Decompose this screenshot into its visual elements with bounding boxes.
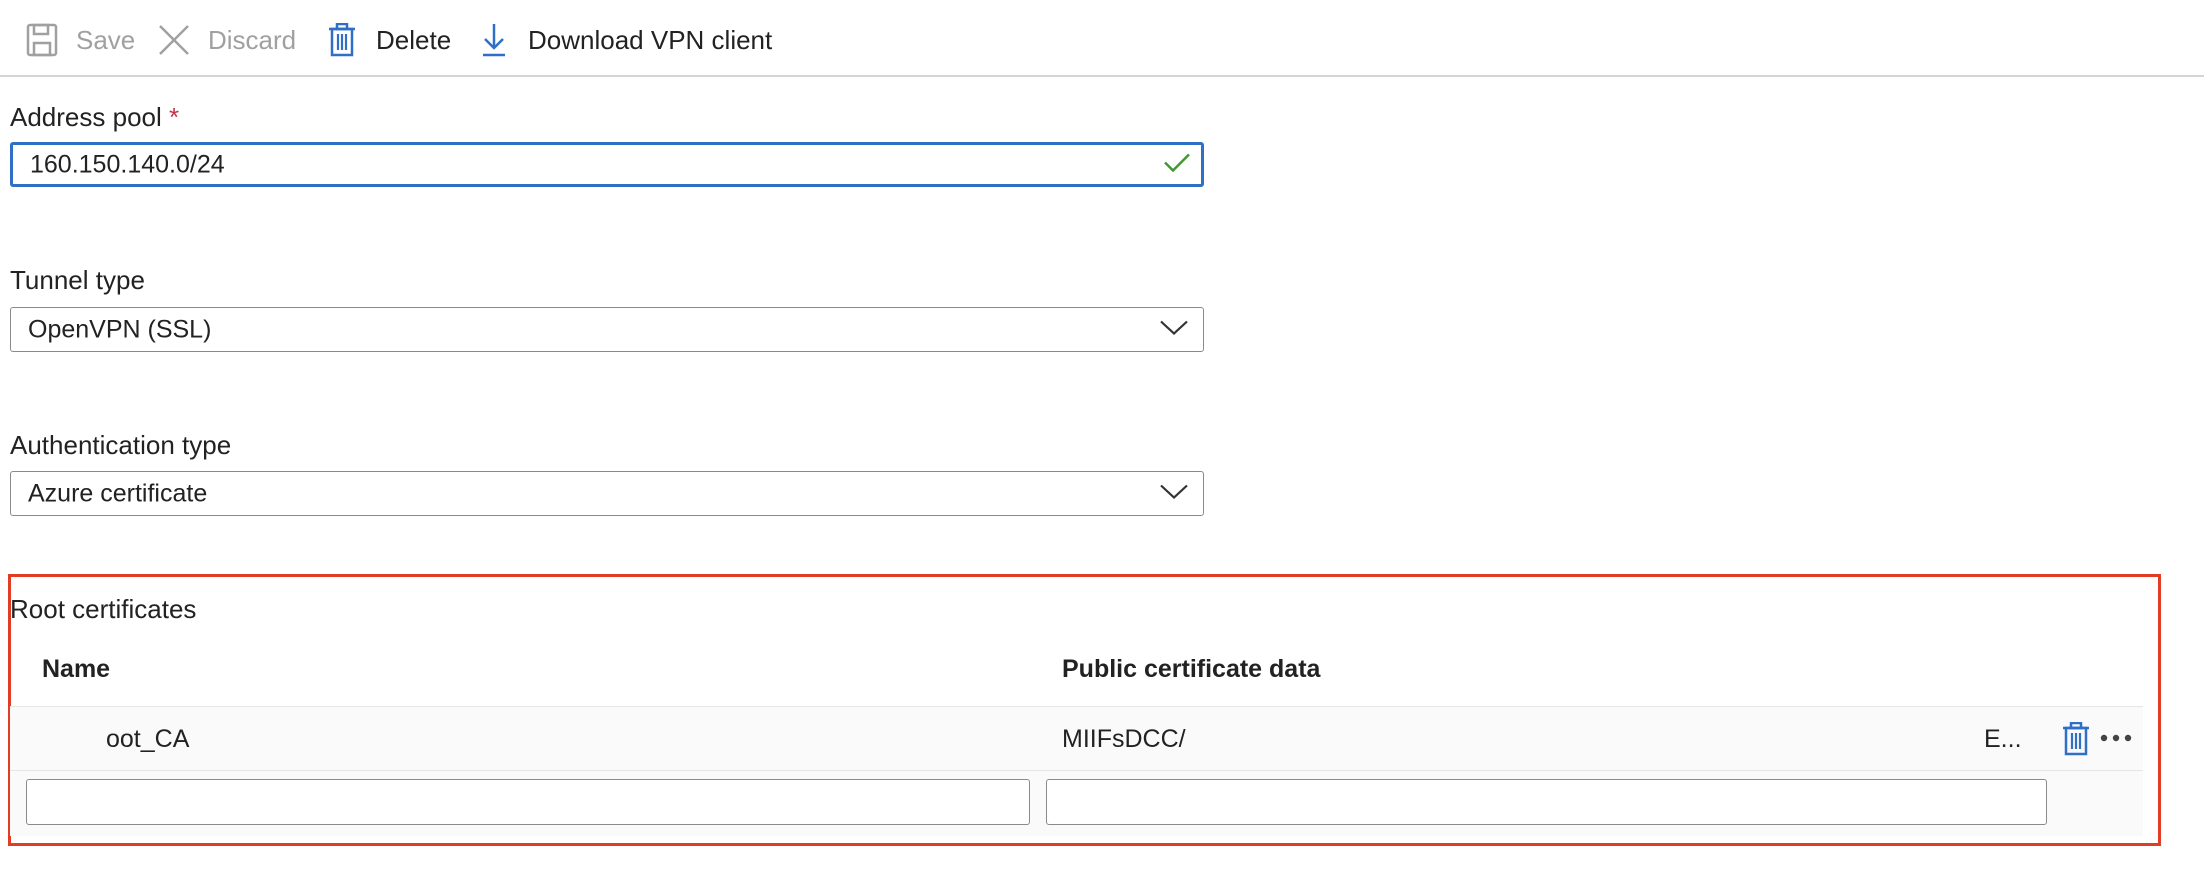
delete-label: Delete [376, 24, 452, 55]
delete-button[interactable]: Delete [324, 18, 451, 62]
new-certificate-data-input[interactable] [1046, 779, 2047, 825]
row-divider [10, 770, 2143, 771]
authentication-type-dropdown[interactable]: Azure certificate [10, 471, 1204, 516]
root-certificates-title: Root certificates [10, 594, 197, 624]
column-header-public-certificate-data: Public certificate data [1062, 655, 1321, 683]
trash-icon [324, 20, 360, 60]
save-button[interactable]: Save [24, 18, 135, 62]
discard-button[interactable]: Discard [156, 18, 296, 62]
download-label: Download VPN client [528, 24, 773, 55]
certificate-name-cell[interactable]: oot_CA [106, 725, 189, 754]
address-pool-value: 160.150.140.0/24 [30, 150, 225, 178]
close-icon [156, 20, 192, 60]
command-toolbar: Save Discard Delete Download VPN client [0, 0, 2204, 77]
trash-icon[interactable] [2062, 721, 2090, 761]
discard-label: Discard [208, 24, 297, 55]
address-pool-label: Address pool * [10, 102, 180, 132]
chevron-down-icon [1159, 318, 1189, 341]
tunnel-type-dropdown[interactable]: OpenVPN (SSL) [10, 307, 1204, 352]
certificate-data-cell[interactable]: MIIFsDCC/ [1062, 725, 1186, 754]
save-icon [24, 20, 60, 60]
address-pool-input[interactable]: 160.150.140.0/24 [10, 142, 1204, 187]
download-icon [476, 20, 512, 60]
chevron-down-icon [1159, 482, 1189, 505]
check-icon [1163, 151, 1191, 178]
new-certificate-name-input[interactable] [26, 779, 1030, 825]
save-label: Save [76, 24, 136, 55]
tunnel-type-label: Tunnel type [10, 265, 145, 295]
required-marker: * [169, 102, 180, 132]
authentication-type-value: Azure certificate [28, 479, 208, 507]
column-header-name: Name [42, 655, 111, 683]
tunnel-type-value: OpenVPN (SSL) [28, 315, 212, 343]
certificate-data-tail: E... [1984, 725, 2022, 753]
authentication-type-label: Authentication type [10, 430, 232, 460]
download-vpn-client-button[interactable]: Download VPN client [476, 18, 772, 62]
more-options-icon[interactable] [2098, 726, 2134, 755]
